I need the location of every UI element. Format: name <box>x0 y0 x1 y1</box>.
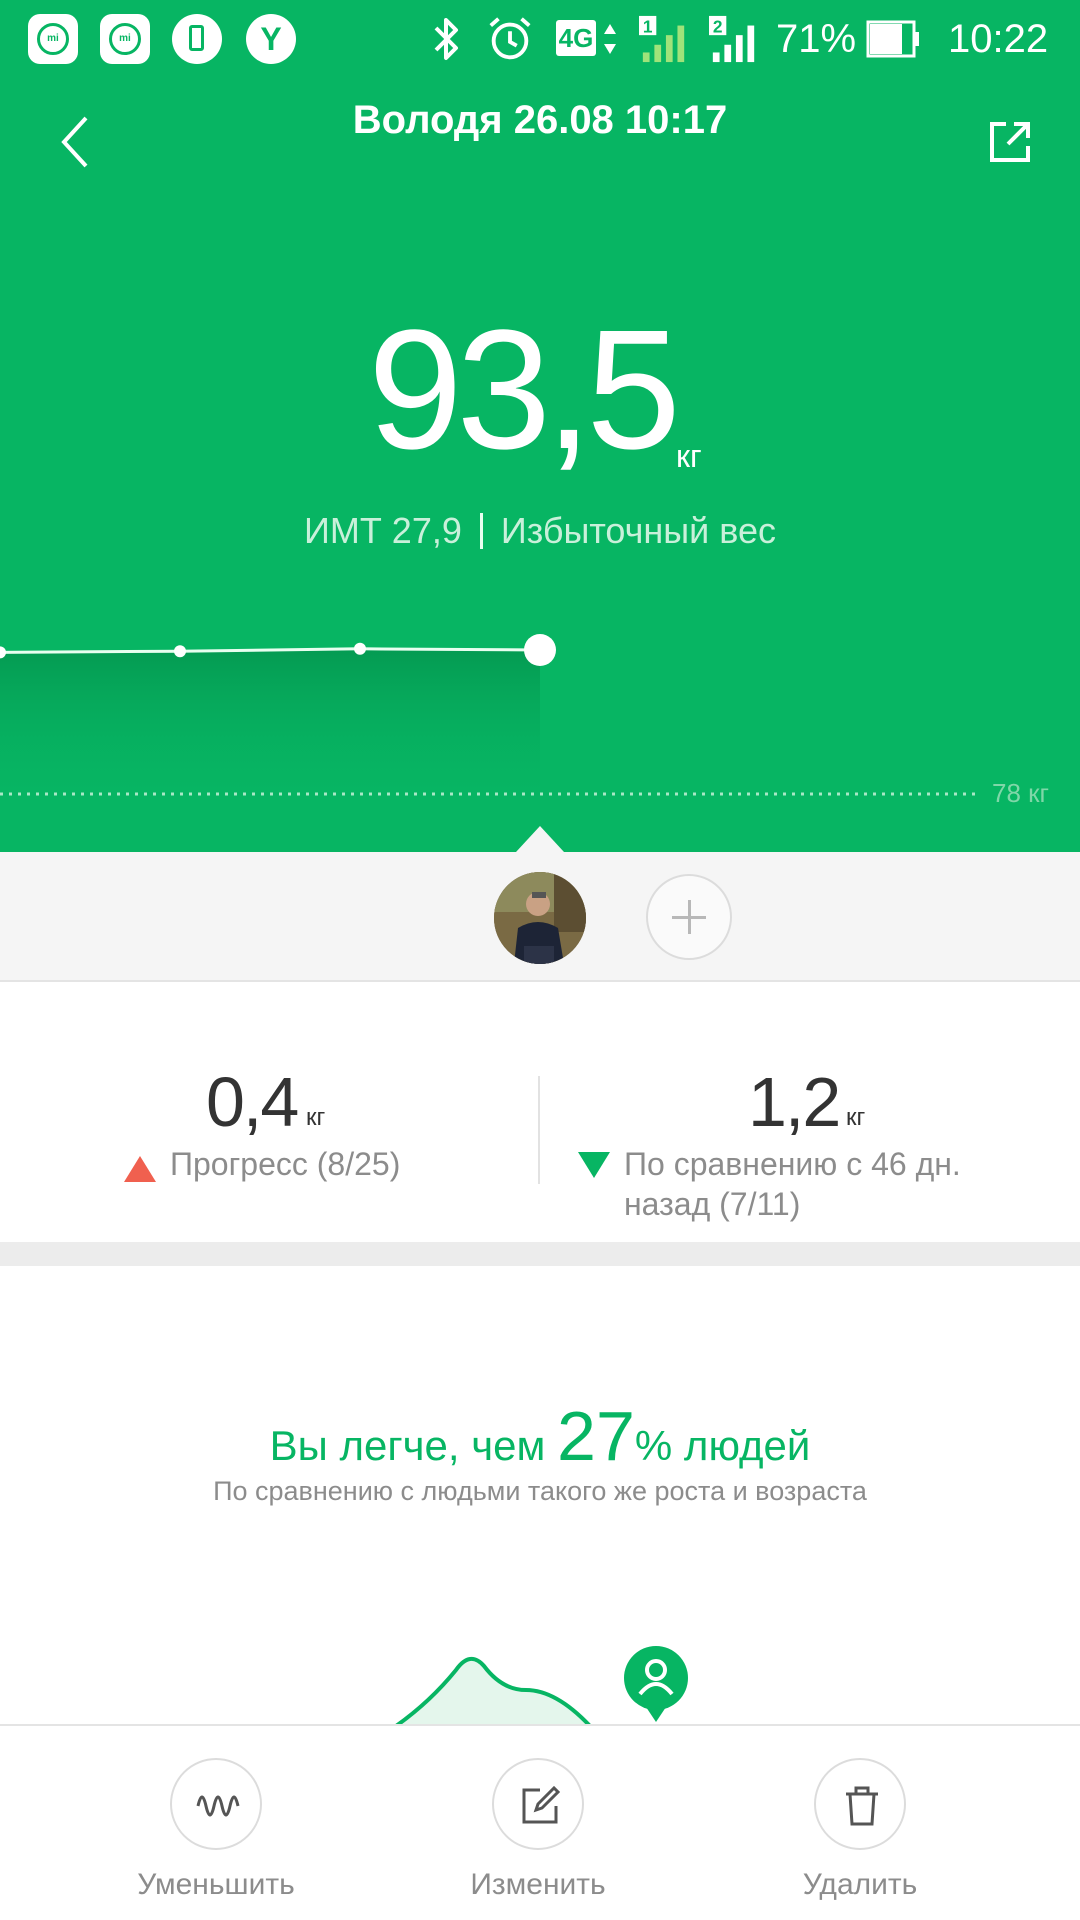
progress-unit: кг <box>306 1104 326 1131</box>
network-type: 4G <box>556 20 596 56</box>
progress-value: 0,4 <box>206 1063 299 1141</box>
progress-label: Прогресс (8/25) <box>170 1146 401 1182</box>
edit-circle <box>492 1758 584 1850</box>
header-panel: mi mi Y 4G 1 2 71% 10:22 Володя 26.08 10… <box>0 0 1080 852</box>
data-arrows-icon <box>604 24 616 54</box>
stats-panel: 0,4 кг Прогресс (8/25) 1,2 кг По сравнен… <box>0 982 1080 1242</box>
share-icon[interactable] <box>986 116 1036 166</box>
trend-area <box>0 648 540 794</box>
alarm-icon <box>489 17 531 60</box>
edit-button[interactable]: Изменить <box>410 1758 670 1918</box>
comparison-prefix: Вы легче, чем <box>269 1422 558 1469</box>
weight-status: Избыточный вес <box>500 510 777 551</box>
page-title: Володя 26.08 10:17 <box>352 98 728 142</box>
trend-point-current[interactable] <box>524 634 556 666</box>
battery-icon <box>866 20 919 58</box>
signal-icon: 2 <box>709 15 755 63</box>
comparison-percent: 27 <box>557 1397 635 1475</box>
comparison-subtitle: По сравнению с людьми такого же роста и … <box>213 1476 867 1506</box>
section-divider <box>0 1242 1080 1266</box>
bluetooth-icon <box>434 18 458 60</box>
delete-button[interactable]: Удалить <box>732 1758 992 1918</box>
screen: mi mi Y 4G 1 2 71% 10:22 Володя 26.08 10… <box>0 0 1080 1920</box>
target-weight-label: 78 кг <box>992 778 1050 808</box>
edit-icon <box>522 1785 561 1824</box>
change-unit: кг <box>846 1104 866 1131</box>
bmi-row: ИМТ 27,9 Избыточный вес <box>0 510 1080 552</box>
bottom-toolbar: Уменьшить Изменить Удалить <box>0 1724 1080 1920</box>
decrease-circle <box>170 1758 262 1850</box>
change-label-line1: По сравнению с 46 дн. <box>624 1146 961 1182</box>
yandex-icon: Y <box>246 14 296 64</box>
arrow-up-icon <box>124 1156 156 1182</box>
stats-divider <box>538 1076 540 1184</box>
avatar[interactable] <box>494 872 586 964</box>
user-marker-icon <box>624 1646 688 1722</box>
change-value: 1,2 <box>748 1063 841 1141</box>
selection-pointer <box>516 826 564 852</box>
arrow-down-icon <box>578 1152 610 1178</box>
battery-percent: 71% <box>776 17 857 61</box>
wave-icon <box>196 1795 240 1817</box>
clock: 10:22 <box>948 17 1049 61</box>
change-label-line2: назад (7/11) <box>624 1186 801 1222</box>
trend-point[interactable] <box>174 645 186 658</box>
trash-icon <box>846 1786 878 1826</box>
status-bar: mi mi Y 4G 1 2 71% 10:22 <box>0 0 1080 78</box>
weight-display: 93,5 кг <box>0 300 1080 480</box>
svg-text:2: 2 <box>713 16 723 36</box>
signal-icon: 1 <box>639 15 685 63</box>
svg-text:1: 1 <box>643 16 653 36</box>
add-user-button[interactable] <box>646 874 732 960</box>
comparison-suffix: % людей <box>634 1422 811 1469</box>
decrease-button[interactable]: Уменьшить <box>88 1758 348 1918</box>
mi-fit-icon: mi <box>28 14 78 64</box>
delete-circle <box>814 1758 906 1850</box>
mi-fit-icon: mi <box>100 14 150 64</box>
comparison-title: Вы легче, чем 27% людей <box>0 1398 1080 1484</box>
delete-label: Удалить <box>802 1868 918 1901</box>
edit-label: Изменить <box>470 1868 606 1901</box>
chevron-left-icon[interactable] <box>56 112 96 172</box>
weight-value: 93,5 <box>368 295 681 485</box>
weight-unit: кг <box>676 438 702 474</box>
bmi-value: ИМТ 27,9 <box>303 510 462 551</box>
decrease-label: Уменьшить <box>137 1868 295 1901</box>
battery-app-icon <box>172 14 222 64</box>
divider <box>479 513 483 549</box>
user-photo <box>494 872 586 964</box>
weight-trend-chart[interactable] <box>0 620 1080 800</box>
distribution-curve <box>394 1646 688 1726</box>
trend-point[interactable] <box>354 642 366 655</box>
